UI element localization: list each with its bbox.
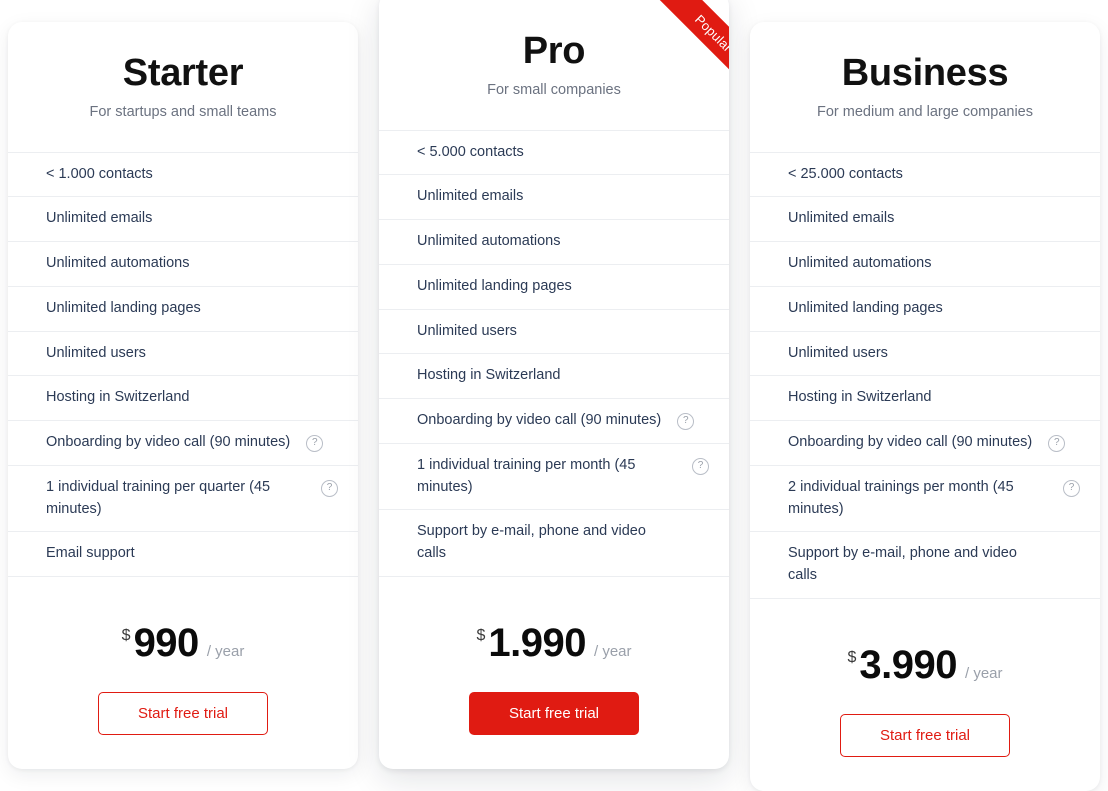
feature-row: Unlimited users	[750, 332, 1100, 377]
feature-row: Hosting in Switzerland	[8, 376, 358, 422]
feature-label: Unlimited emails	[417, 188, 524, 205]
feature-label: 2 individual trainings per month (45 min…	[788, 478, 1014, 517]
feature-label: Onboarding by video call (90 minutes)	[417, 412, 662, 429]
feature-row: Unlimited emails	[750, 197, 1100, 243]
feature-row: Unlimited landing pages	[750, 287, 1100, 332]
plan-header: Business For medium and large companies	[750, 22, 1100, 152]
feature-label: Support by e-mail, phone and video calls	[788, 545, 1017, 584]
price-period: / year	[594, 642, 632, 660]
feature-row: Unlimited automations	[379, 220, 729, 265]
feature-row: Unlimited users	[379, 310, 729, 355]
feature-row: Hosting in Switzerland	[379, 354, 729, 400]
feature-row: 1 individual training per quarter (45 mi…	[8, 466, 358, 533]
cta-container: Start free trial	[750, 713, 1100, 791]
price-block: $3.990 / year	[750, 599, 1100, 714]
price-currency: $	[476, 626, 486, 644]
pricing-cards-row: Starter For startups and small teams < 1.0…	[0, 0, 1108, 791]
feature-label: Hosting in Switzerland	[788, 389, 932, 406]
feature-label: Unlimited emails	[788, 210, 895, 227]
feature-row: 1 individual training per month (45 minu…	[379, 444, 729, 511]
plan-header: Starter For startups and small teams	[8, 22, 358, 152]
price-amount: 3.990	[859, 642, 957, 687]
feature-row: 2 individual trainings per month (45 min…	[750, 466, 1100, 533]
feature-label: Email support	[46, 545, 135, 562]
cta-container: Start free trial	[8, 692, 358, 769]
help-circle-icon[interactable]: ?	[692, 457, 709, 475]
feature-row: Unlimited emails	[379, 175, 729, 221]
feature-label: Unlimited users	[788, 344, 888, 361]
feature-label: < 5.000 contacts	[417, 143, 524, 160]
feature-label: Onboarding by video call (90 minutes)	[788, 434, 1033, 451]
start-free-trial-button[interactable]: Start free trial	[840, 713, 1010, 757]
plan-name: Pro	[522, 30, 586, 72]
feature-row: Onboarding by video call (90 minutes)?	[379, 399, 729, 444]
feature-label: < 1.000 contacts	[46, 165, 153, 182]
price-amount: 1.990	[488, 620, 586, 665]
feature-list: < 5.000 contacts Unlimited emails Unlimite…	[379, 129, 729, 577]
price-block: $990 / year	[8, 577, 358, 692]
feature-label: Support by e-mail, phone and video calls	[417, 523, 646, 562]
feature-row: < 1.000 contacts	[8, 153, 358, 198]
feature-label: Unlimited landing pages	[46, 299, 201, 316]
help-circle-icon[interactable]: ?	[321, 479, 338, 497]
feature-label: 1 individual training per month (45 minu…	[417, 456, 636, 495]
feature-row: Unlimited users	[8, 332, 358, 377]
help-circle-icon[interactable]: ?	[677, 413, 695, 431]
price-currency: $	[121, 627, 131, 645]
feature-list: < 25.000 contacts Unlimited emails Unlimit…	[750, 151, 1100, 599]
feature-row: Unlimited landing pages	[379, 265, 729, 310]
feature-row: Unlimited automations	[8, 242, 358, 287]
help-circle-icon[interactable]: ?	[1048, 435, 1066, 453]
feature-row: < 25.000 contacts	[750, 153, 1100, 198]
price-amount: 990	[133, 621, 200, 666]
plan-tagline: For startups and small teams	[89, 103, 277, 120]
help-circle-icon[interactable]: ?	[306, 435, 324, 453]
cta-container: Start free trial	[379, 691, 729, 769]
feature-label: Unlimited users	[417, 322, 517, 339]
feature-label: Unlimited automations	[417, 233, 561, 250]
price-block: $1.990 / year	[379, 577, 729, 692]
plan-name: Business	[841, 52, 1009, 94]
feature-row: Support by e-mail, phone and video calls	[379, 510, 729, 577]
feature-label: < 25.000 contacts	[788, 165, 903, 182]
feature-list: < 1.000 contacts Unlimited emails Unlimite…	[8, 151, 358, 578]
feature-label: Unlimited landing pages	[788, 299, 943, 316]
feature-label: Unlimited automations	[788, 255, 932, 272]
feature-label: Unlimited users	[46, 344, 146, 361]
feature-row: Unlimited emails	[8, 197, 358, 243]
feature-label: Hosting in Switzerland	[46, 389, 190, 406]
feature-label: Unlimited landing pages	[417, 277, 572, 294]
feature-row: Support by e-mail, phone and video calls	[750, 532, 1100, 599]
price-period: / year	[965, 664, 1003, 682]
plan-name: Starter	[122, 52, 244, 94]
plan-card-pro: Popular Pro For small companies < 5.000 con…	[379, 0, 729, 769]
plan-tagline: For medium and large companies	[817, 103, 1033, 120]
plan-card-business: Business For medium and large companies < …	[750, 22, 1100, 791]
plan-card-starter: Starter For startups and small teams < 1.0…	[8, 22, 358, 770]
pricing-page: Starter For startups and small teams < 1.0…	[0, 0, 1108, 791]
plan-tagline: For small companies	[487, 81, 621, 98]
feature-row: Unlimited landing pages	[8, 287, 358, 332]
price-currency: $	[847, 648, 857, 666]
price-period: / year	[206, 643, 245, 661]
feature-row: Email support	[8, 532, 358, 578]
feature-label: Onboarding by video call (90 minutes)	[46, 434, 291, 451]
help-circle-icon[interactable]: ?	[1063, 479, 1080, 497]
feature-label: Unlimited automations	[46, 255, 190, 272]
feature-label: Hosting in Switzerland	[417, 367, 561, 384]
feature-row: Onboarding by video call (90 minutes)?	[750, 421, 1100, 466]
feature-label: 1 individual training per quarter (45 mi…	[46, 478, 271, 517]
start-free-trial-button[interactable]: Start free trial	[469, 691, 639, 735]
plan-header: Pro For small companies	[379, 0, 729, 130]
feature-label: Unlimited emails	[46, 210, 153, 227]
feature-row: Unlimited automations	[750, 242, 1100, 287]
feature-row: < 5.000 contacts	[379, 131, 729, 176]
feature-row: Onboarding by video call (90 minutes)?	[8, 421, 358, 466]
feature-row: Hosting in Switzerland	[750, 376, 1100, 422]
